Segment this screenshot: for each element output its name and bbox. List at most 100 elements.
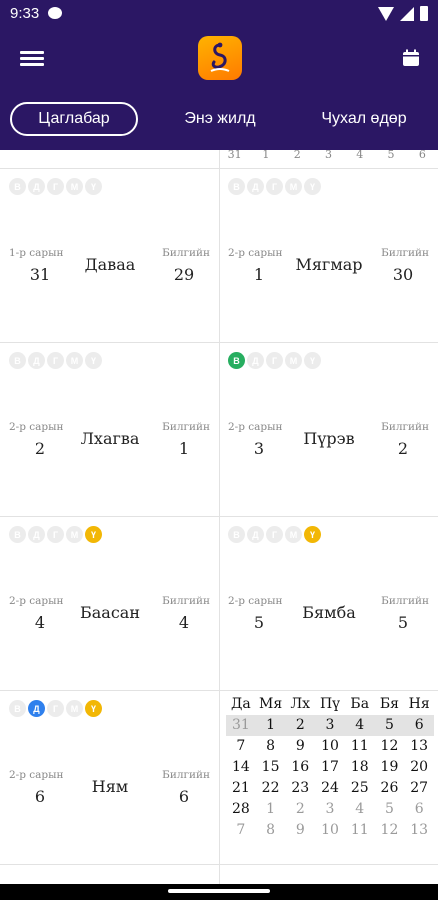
- mini-calendar-day[interactable]: 14: [226, 757, 256, 778]
- mini-calendar-day[interactable]: 10: [315, 736, 345, 757]
- weekday-header: Бя: [379, 696, 400, 712]
- weekday-header: Да: [230, 696, 251, 712]
- mini-calendar-day[interactable]: 6: [404, 799, 434, 820]
- tab-this-year[interactable]: Энэ жилд: [160, 102, 280, 136]
- mini-calendar-day[interactable]: 7: [226, 820, 256, 841]
- mini-calendar-day[interactable]: 13: [404, 820, 434, 841]
- lunar-date: 4: [34, 613, 46, 632]
- lunar-date: 2: [34, 439, 46, 458]
- mini-calendar-day[interactable]: 21: [226, 778, 256, 799]
- status-time: 9:33: [10, 5, 40, 22]
- mini-calendar-day[interactable]: 9: [285, 736, 315, 757]
- solar-date: 5: [397, 613, 409, 632]
- mini-calendar-day[interactable]: 1: [256, 799, 286, 820]
- notification-icon: [48, 7, 62, 19]
- strip-day: 3: [324, 150, 332, 161]
- day-badge: Д: [247, 178, 264, 195]
- lunar-date-label: 2-р сарын: [9, 595, 64, 607]
- day-badges: ВДГМҮ: [9, 526, 102, 543]
- strip-day: 4: [356, 150, 364, 161]
- mini-calendar-day[interactable]: 16: [285, 757, 315, 778]
- mini-calendar-day[interactable]: 11: [345, 736, 375, 757]
- day-badge: Г: [47, 352, 64, 369]
- mini-calendar-day[interactable]: 20: [404, 757, 434, 778]
- solar-date-label: Билгийн: [162, 769, 210, 781]
- mini-calendar-day[interactable]: 3: [315, 799, 345, 820]
- weekday-name: Пүрэв: [303, 429, 355, 448]
- app-header: Цаглабар Энэ жилд Чухал өдөр: [0, 28, 438, 150]
- home-gesture-handle[interactable]: [168, 889, 270, 893]
- mini-calendar-day[interactable]: 11: [345, 820, 375, 841]
- mini-calendar-day[interactable]: 1: [256, 715, 286, 736]
- mini-calendar-day[interactable]: 12: [375, 820, 405, 841]
- lunar-date-label: 2-р сарын: [228, 595, 283, 607]
- day-cell[interactable]: В Д Г М Ү 2-р сарын 6 Ням Билгийн 6: [0, 691, 219, 865]
- calendar-grid: 31 1 2 3 4 5 6 В Д Г М Ү 1-р сарын 31 Даваа Билг…: [0, 150, 438, 884]
- day-badge: В: [228, 526, 245, 543]
- day-cell[interactable]: В Д Г М Ү 2-р сарын 4 Баасан Билгийн 4: [0, 517, 219, 691]
- lunar-date: 31: [29, 265, 51, 284]
- weekday-name: Ням: [91, 777, 129, 796]
- day-badge: Ү: [85, 178, 102, 195]
- day-badge: В: [228, 352, 245, 369]
- mini-calendar-day[interactable]: 27: [404, 778, 434, 799]
- mini-calendar-week: 7 8 9 10 11 12 13: [226, 820, 434, 841]
- day-badge: Д: [247, 526, 264, 543]
- day-badges: ВДГМҮ: [9, 700, 102, 717]
- mini-calendar-day[interactable]: 28: [226, 799, 256, 820]
- calendar-icon[interactable]: [402, 49, 420, 67]
- tab-important-days[interactable]: Чухал өдөр: [302, 102, 426, 136]
- mini-calendar-day[interactable]: 9: [285, 820, 315, 841]
- mini-calendar-day[interactable]: 25: [345, 778, 375, 799]
- mini-calendar-day[interactable]: 6: [404, 715, 434, 736]
- mini-calendar-day[interactable]: 7: [226, 736, 256, 757]
- mini-calendar-week: 31 1 2 3 4 5 6: [226, 715, 434, 736]
- day-badge: М: [66, 700, 83, 717]
- day-cell[interactable]: В Д Г М Ү 2-р сарын 5 Бямба Билгийн 5: [219, 517, 438, 691]
- mini-calendar-day[interactable]: 12: [375, 736, 405, 757]
- mini-calendar-day[interactable]: 3: [315, 715, 345, 736]
- status-bar: 9:33: [0, 0, 438, 28]
- day-badge: Г: [47, 700, 64, 717]
- day-cell[interactable]: В Д Г М Ү 1-р сарын 31 Даваа Билгийн 29: [0, 169, 219, 343]
- day-cell[interactable]: В Д Г М Ү 2-р сарын 1 Мягмар Билгийн 30: [219, 169, 438, 343]
- mini-calendar-day[interactable]: 13: [404, 736, 434, 757]
- mini-calendar-header: Да Мя Лх Пү Ба Бя Ня: [226, 693, 434, 715]
- mini-calendar-day[interactable]: 22: [256, 778, 286, 799]
- mini-calendar-day[interactable]: 2: [285, 715, 315, 736]
- mini-calendar-day[interactable]: 24: [315, 778, 345, 799]
- mini-calendar-day[interactable]: 18: [345, 757, 375, 778]
- lunar-date-label: 2-р сарын: [228, 247, 283, 259]
- mini-calendar-day[interactable]: 8: [256, 820, 286, 841]
- mini-calendar-day[interactable]: 2: [285, 799, 315, 820]
- mini-calendar-day[interactable]: 4: [345, 799, 375, 820]
- day-badge: В: [9, 526, 26, 543]
- mini-calendar-day[interactable]: 10: [315, 820, 345, 841]
- day-cell[interactable]: В Д Г М Ү 2-р сарын 3 Пүрэв Билгийн 2: [219, 343, 438, 517]
- day-cell[interactable]: В Д Г М Ү 2-р сарын 2 Лхагва Билгийн 1: [0, 343, 219, 517]
- day-badge: М: [66, 526, 83, 543]
- day-badges: ВДГМҮ: [228, 352, 321, 369]
- tab-calendar[interactable]: Цаглабар: [10, 102, 138, 136]
- solar-date-label: Билгийн: [162, 421, 210, 433]
- mini-calendar-day[interactable]: 15: [256, 757, 286, 778]
- day-badge: Г: [47, 178, 64, 195]
- mini-calendar-day[interactable]: 23: [285, 778, 315, 799]
- mini-calendar-day[interactable]: 17: [315, 757, 345, 778]
- mini-calendar-day[interactable]: 5: [375, 715, 405, 736]
- menu-icon[interactable]: [20, 48, 44, 68]
- mini-calendar-day[interactable]: 26: [375, 778, 405, 799]
- solar-date-label: Билгийн: [162, 247, 210, 259]
- day-badge: Ү: [304, 352, 321, 369]
- mini-calendar-day[interactable]: 19: [375, 757, 405, 778]
- mini-calendar-day[interactable]: 4: [345, 715, 375, 736]
- strip-day: 5: [387, 150, 395, 161]
- mini-calendar-day[interactable]: 8: [256, 736, 286, 757]
- weekday-header: Ба: [350, 696, 370, 712]
- mini-calendar-day[interactable]: 5: [375, 799, 405, 820]
- solar-date-label: Билгийн: [381, 421, 429, 433]
- mini-calendar-day[interactable]: 31: [226, 715, 256, 736]
- day-badge: Д: [28, 352, 45, 369]
- mini-calendar[interactable]: Да Мя Лх Пү Ба Бя Ня 31 1 2 3 4 5 6 7 8 9 10 11 12 13…: [226, 693, 434, 841]
- weekday-header: Лх: [290, 696, 311, 712]
